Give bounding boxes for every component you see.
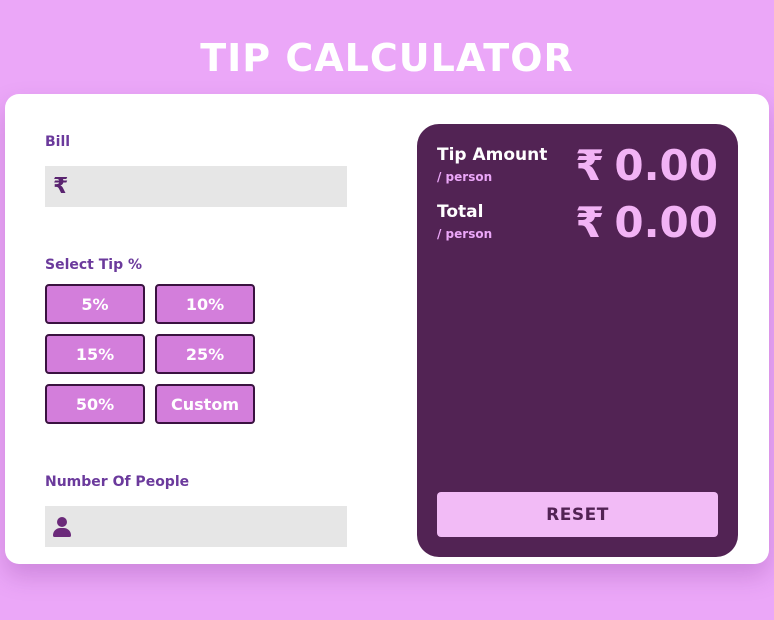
tip-15-button[interactable]: 15% (45, 334, 145, 374)
tip-amount-number: 0.00 (614, 141, 718, 190)
total-label: Total (437, 202, 484, 222)
bill-label: Bill (45, 134, 71, 150)
tip-custom-button[interactable]: Custom (155, 384, 255, 424)
tip-amount-label: Tip Amount (437, 145, 548, 165)
select-tip-label: Select Tip % (45, 257, 143, 273)
tip-50-button[interactable]: 50% (45, 384, 145, 424)
app-title: TIP CALCULATOR (200, 36, 574, 80)
total-value: ₹0.00 (575, 198, 718, 247)
tip-amount-currency: ₹ (575, 141, 605, 190)
tip-5-button[interactable]: 5% (45, 284, 145, 324)
person-icon (53, 506, 71, 547)
reset-button[interactable]: RESET (437, 492, 718, 537)
bill-field[interactable]: ₹ (45, 166, 347, 209)
total-currency: ₹ (575, 198, 605, 247)
people-label: Number Of People (45, 474, 190, 490)
tip-amount-per-person: / person (437, 170, 493, 184)
tip-amount-value: ₹0.00 (575, 141, 718, 190)
people-field[interactable] (45, 506, 347, 549)
rupee-icon: ₹ (53, 174, 69, 199)
people-input[interactable] (81, 506, 345, 549)
tip-25-button[interactable]: 25% (155, 334, 255, 374)
tip-10-button[interactable]: 10% (155, 284, 255, 324)
calculator-card: Bill ₹ Select Tip % 5% 10% 15% 25% 50% C… (5, 94, 769, 564)
total-number: 0.00 (614, 198, 718, 247)
total-per-person: / person (437, 227, 493, 241)
bill-input[interactable] (81, 166, 345, 209)
result-panel: Tip Amount / person ₹0.00 Total / person… (417, 124, 738, 557)
